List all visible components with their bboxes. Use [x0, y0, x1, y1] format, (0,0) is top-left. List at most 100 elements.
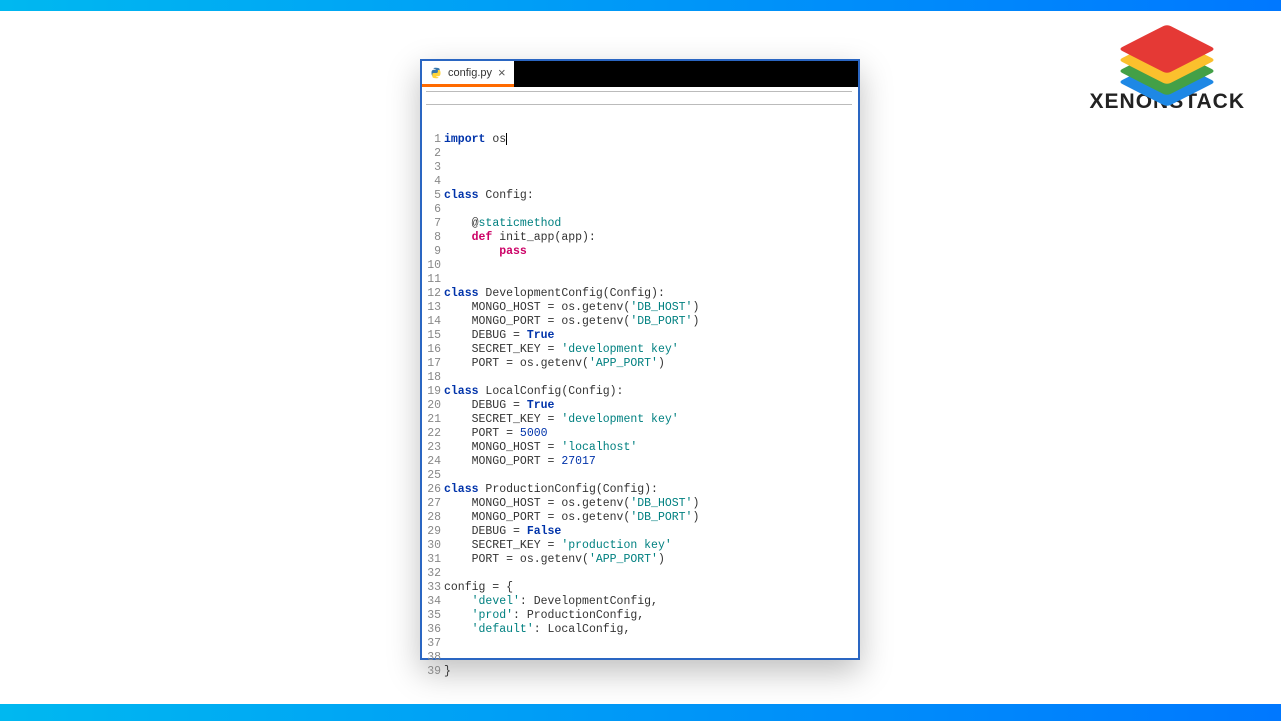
code-line: 23 MONGO_HOST = 'localhost' — [426, 441, 852, 455]
code-line: 22 PORT = 5000 — [426, 427, 852, 441]
code-content: DEBUG = True — [444, 399, 852, 413]
line-number: 33 — [426, 581, 444, 595]
code-content — [444, 469, 852, 483]
code-content — [444, 273, 852, 287]
code-line: 8 def init_app(app): — [426, 231, 852, 245]
code-content: class ProductionConfig(Config): — [444, 483, 852, 497]
code-line: 9 pass — [426, 245, 852, 259]
line-number: 15 — [426, 329, 444, 343]
line-number: 34 — [426, 595, 444, 609]
code-content: import os — [444, 133, 852, 147]
line-number: 4 — [426, 175, 444, 189]
brand-logo: XENONSTACK — [1090, 22, 1245, 114]
code-content: MONGO_PORT = 27017 — [444, 455, 852, 469]
code-content: MONGO_HOST = 'localhost' — [444, 441, 852, 455]
code-content: 'default': LocalConfig, — [444, 623, 852, 637]
code-line: 35 'prod': ProductionConfig, — [426, 609, 852, 623]
code-line: 11 — [426, 273, 852, 287]
python-file-icon — [430, 67, 442, 79]
top-accent-bar — [0, 0, 1281, 11]
line-number: 7 — [426, 217, 444, 231]
code-line: 29 DEBUG = False — [426, 525, 852, 539]
code-line: 31 PORT = os.getenv('APP_PORT') — [426, 553, 852, 567]
code-line: 3 — [426, 161, 852, 175]
code-content: class Config: — [444, 189, 852, 203]
code-line: 25 — [426, 469, 852, 483]
line-number: 35 — [426, 609, 444, 623]
code-content: MONGO_PORT = os.getenv('DB_PORT') — [444, 511, 852, 525]
brand-logo-mark — [1135, 22, 1199, 84]
code-line: 1import os — [426, 133, 852, 147]
code-content: MONGO_PORT = os.getenv('DB_PORT') — [444, 315, 852, 329]
code-content: } — [444, 665, 852, 679]
code-content: SECRET_KEY = 'production key' — [444, 539, 852, 553]
code-content: class DevelopmentConfig(Config): — [444, 287, 852, 301]
code-content: def init_app(app): — [444, 231, 852, 245]
code-line: 21 SECRET_KEY = 'development key' — [426, 413, 852, 427]
code-content — [444, 637, 852, 651]
line-number: 2 — [426, 147, 444, 161]
code-line: 39} — [426, 665, 852, 679]
line-number: 22 — [426, 427, 444, 441]
code-content: PORT = os.getenv('APP_PORT') — [444, 357, 852, 371]
code-line: 7 @staticmethod — [426, 217, 852, 231]
code-content: config = { — [444, 581, 852, 595]
code-line: 2 — [426, 147, 852, 161]
line-number: 20 — [426, 399, 444, 413]
code-content: MONGO_HOST = os.getenv('DB_HOST') — [444, 301, 852, 315]
code-content: PORT = os.getenv('APP_PORT') — [444, 553, 852, 567]
editor-tab-filename: config.py — [448, 67, 492, 79]
code-content — [444, 567, 852, 581]
code-line: 14 MONGO_PORT = os.getenv('DB_PORT') — [426, 315, 852, 329]
line-number: 10 — [426, 259, 444, 273]
line-number: 28 — [426, 511, 444, 525]
code-line: 32 — [426, 567, 852, 581]
line-number: 31 — [426, 553, 444, 567]
line-number: 17 — [426, 357, 444, 371]
code-content — [444, 203, 852, 217]
line-number: 38 — [426, 651, 444, 665]
code-line: 4 — [426, 175, 852, 189]
code-line: 33config = { — [426, 581, 852, 595]
code-line: 30 SECRET_KEY = 'production key' — [426, 539, 852, 553]
code-line: 5class Config: — [426, 189, 852, 203]
line-number: 27 — [426, 497, 444, 511]
code-line: 15 DEBUG = True — [426, 329, 852, 343]
line-number: 14 — [426, 315, 444, 329]
code-content: 'devel': DevelopmentConfig, — [444, 595, 852, 609]
code-line: 36 'default': LocalConfig, — [426, 623, 852, 637]
editor-tab-active[interactable]: config.py × — [422, 61, 514, 87]
code-line: 17 PORT = os.getenv('APP_PORT') — [426, 357, 852, 371]
code-editor-window: config.py × 1import os2 3 4 5class Confi… — [420, 59, 860, 660]
code-content: pass — [444, 245, 852, 259]
line-number: 36 — [426, 623, 444, 637]
code-area[interactable]: 1import os2 3 4 5class Config:6 7 @stati… — [422, 87, 858, 715]
code-content: SECRET_KEY = 'development key' — [444, 343, 852, 357]
line-number: 25 — [426, 469, 444, 483]
line-number: 1 — [426, 133, 444, 147]
code-content — [444, 161, 852, 175]
code-line: 12class DevelopmentConfig(Config): — [426, 287, 852, 301]
code-content — [444, 651, 852, 665]
line-number: 5 — [426, 189, 444, 203]
code-content — [444, 371, 852, 385]
line-number: 32 — [426, 567, 444, 581]
line-number: 3 — [426, 161, 444, 175]
line-number: 8 — [426, 231, 444, 245]
line-number: 39 — [426, 665, 444, 679]
editor-tabbar: config.py × — [422, 61, 858, 87]
code-line: 18 — [426, 371, 852, 385]
code-line: 38 — [426, 651, 852, 665]
active-line-highlight — [426, 91, 852, 105]
code-line: 10 — [426, 259, 852, 273]
line-number: 12 — [426, 287, 444, 301]
code-content: 'prod': ProductionConfig, — [444, 609, 852, 623]
code-line: 6 — [426, 203, 852, 217]
close-icon[interactable]: × — [498, 66, 506, 79]
line-number: 30 — [426, 539, 444, 553]
code-line: 24 MONGO_PORT = 27017 — [426, 455, 852, 469]
code-line: 20 DEBUG = True — [426, 399, 852, 413]
text-cursor — [506, 133, 507, 145]
code-line: 27 MONGO_HOST = os.getenv('DB_HOST') — [426, 497, 852, 511]
line-number: 21 — [426, 413, 444, 427]
